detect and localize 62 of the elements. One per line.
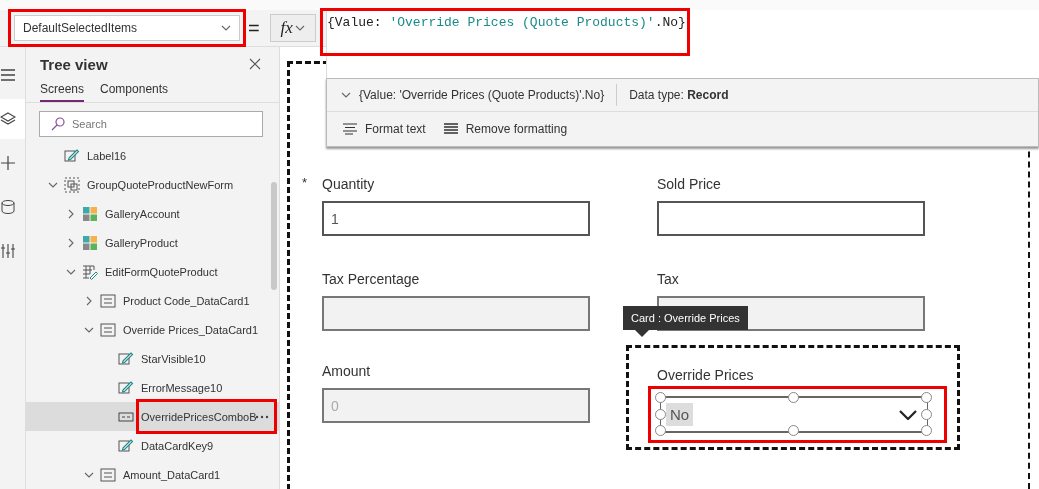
tree-item[interactable]: Label16: [26, 141, 279, 170]
chevron-down-icon: [294, 23, 305, 33]
field-label: Sold Price: [657, 175, 721, 193]
remove-formatting-button[interactable]: Remove formatting: [441, 122, 570, 136]
gallery-icon: [82, 205, 98, 222]
gallery-icon: [82, 234, 98, 251]
field-label: Amount: [322, 362, 371, 380]
tree-item[interactable]: Override Prices_DataCard1: [26, 315, 279, 344]
tree-item[interactable]: GroupQuoteProductNewForm: [26, 170, 279, 199]
formula-field[interactable]: {Value: 'Override Prices (Quote Products)'.No}: [326, 10, 1039, 78]
search-field[interactable]: Search: [39, 111, 263, 137]
layers-button[interactable]: [0, 99, 25, 139]
data-type-text: Data type: Record: [628, 88, 729, 102]
tree-item[interactable]: DataCardKey9: [26, 431, 279, 460]
tree-item[interactable]: Amount_DataCard1: [26, 460, 279, 489]
pencil-icon: [118, 379, 134, 396]
close-icon: [249, 58, 261, 70]
input-field[interactable]: 1: [322, 201, 590, 236]
panel-title: Tree view: [40, 55, 108, 73]
pencil-icon: [64, 147, 80, 164]
format-text-button[interactable]: Format text: [341, 122, 428, 136]
tooltip-pointer-icon: [635, 330, 649, 337]
fx-button[interactable]: fx: [269, 14, 316, 42]
tree-item[interactable]: GalleryProduct: [26, 228, 279, 257]
pencil-icon: [118, 437, 134, 454]
menu-icon: [0, 67, 16, 83]
tree-item[interactable]: ErrorMessage10: [26, 373, 279, 402]
result-expander[interactable]: {Value: 'Override Prices (Quote Products)'.No}: [327, 84, 618, 106]
database-icon: [0, 199, 16, 215]
chevron-down-icon: [341, 90, 351, 100]
card-icon: [100, 466, 116, 483]
tree-item[interactable]: OverridePricesComboB: [26, 402, 279, 431]
tree-item[interactable]: GalleryAccount: [26, 199, 279, 228]
tab[interactable]: Screens: [40, 79, 85, 102]
field-label: Quantity: [322, 175, 375, 193]
card-icon: [100, 321, 116, 338]
chevron-down-icon: [221, 23, 231, 33]
tab[interactable]: Components: [100, 79, 169, 102]
field-label: Tax Percentage: [322, 270, 420, 288]
close-button[interactable]: [249, 58, 261, 70]
layers-icon: [0, 111, 16, 127]
scrollbar[interactable]: [271, 182, 277, 290]
tree-item[interactable]: Product Code_DataCard1: [26, 286, 279, 315]
plus-icon: [0, 155, 16, 171]
field-label: Tax: [657, 270, 679, 288]
card-icon: [100, 292, 116, 309]
more-icon: [255, 415, 269, 419]
tree-item[interactable]: EditFormQuoteProduct: [26, 257, 279, 286]
text-align-icon: [343, 123, 357, 135]
lines-icon: [443, 123, 458, 135]
group-icon: [64, 176, 80, 193]
tooltip: Card : Override Prices: [623, 306, 748, 337]
field-label: Override Prices: [657, 366, 754, 384]
search-icon: [51, 117, 65, 131]
pencil-icon: [118, 350, 134, 367]
form-icon: [82, 263, 98, 280]
property-dropdown[interactable]: DefaultSelectedItems: [14, 15, 240, 41]
input-field[interactable]: [657, 201, 925, 236]
required-mark: *: [302, 175, 308, 190]
tree-item[interactable]: StarVisible10: [26, 344, 279, 373]
equals-sign: =: [248, 16, 260, 40]
tools-icon: [0, 243, 16, 259]
